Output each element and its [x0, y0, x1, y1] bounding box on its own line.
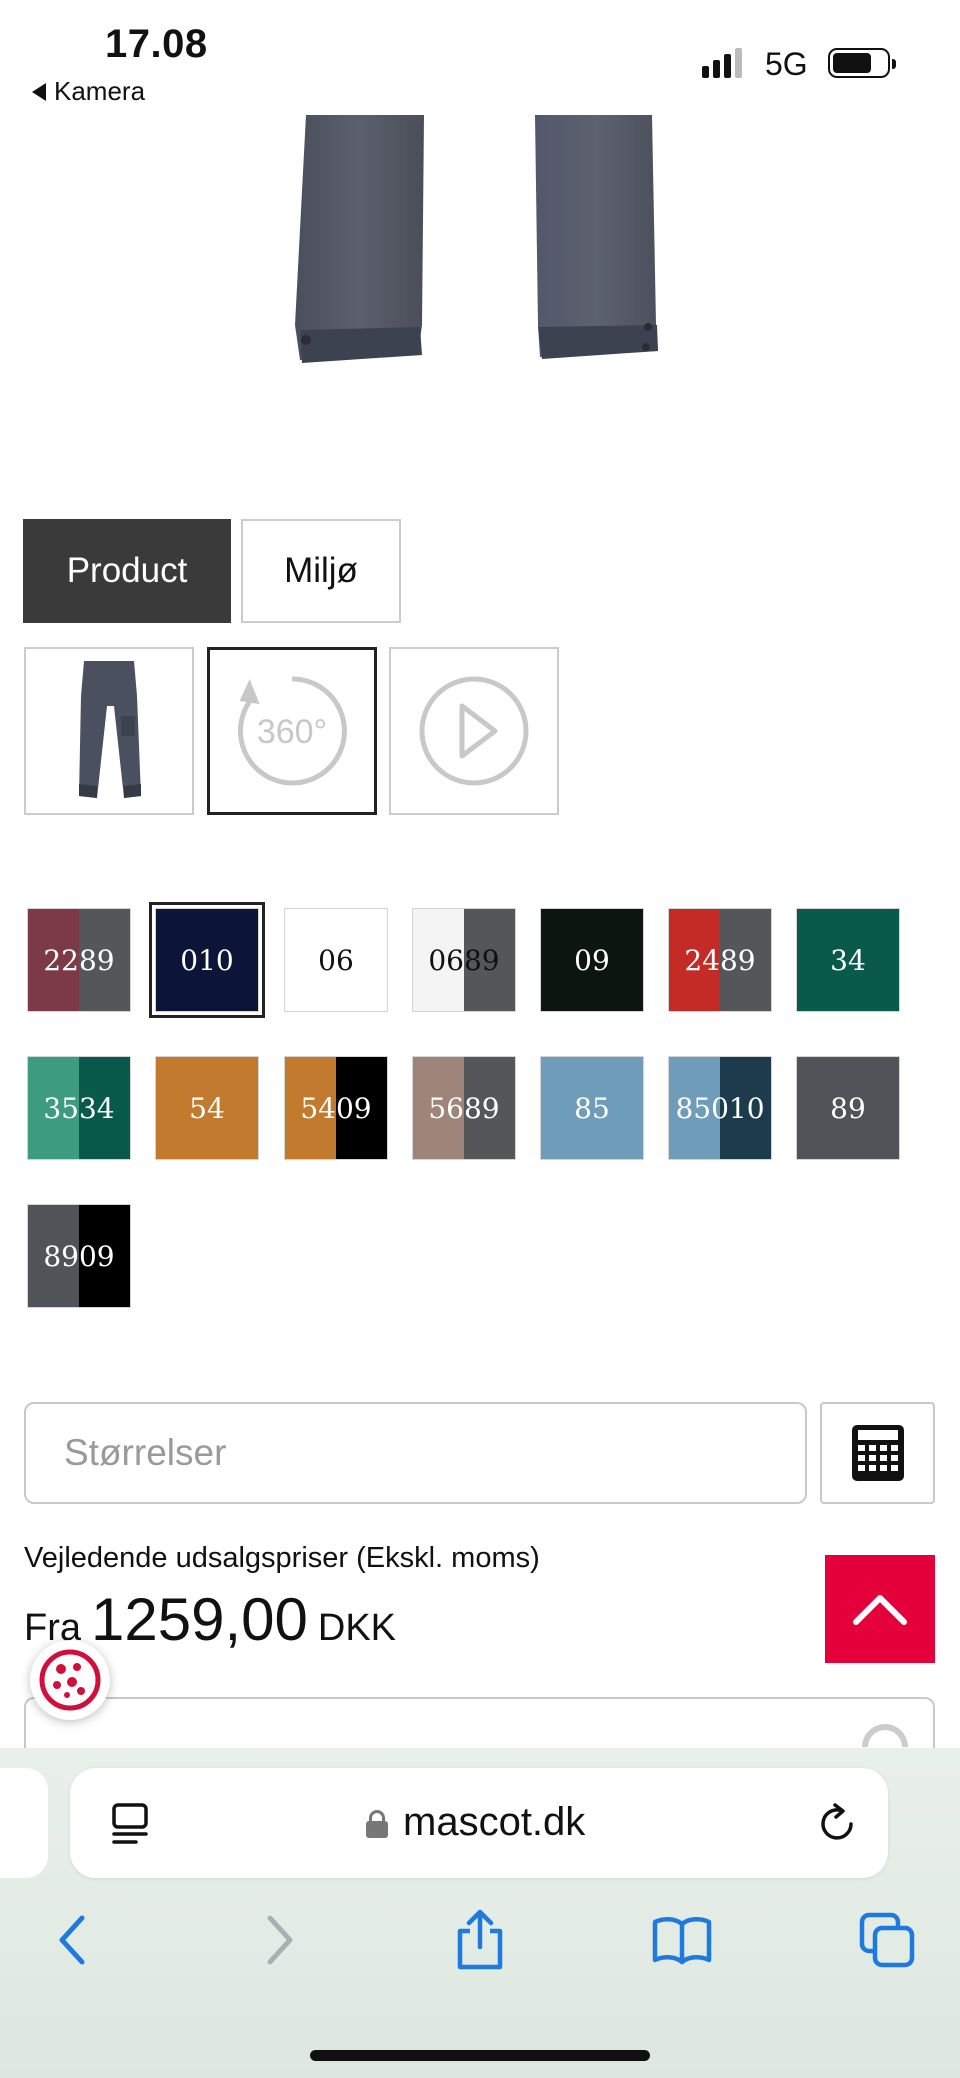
tab-product-label: Product — [66, 551, 188, 590]
bookmarks-icon — [652, 1917, 712, 1965]
color-swatch-85[interactable]: 85 — [540, 1056, 644, 1160]
color-swatch-0689[interactable]: 0689 — [412, 908, 516, 1012]
tabs-icon — [859, 1912, 915, 1968]
color-swatch-code: 0689 — [428, 943, 500, 977]
color-swatch-code: 54 — [189, 1091, 225, 1125]
reader-mode-icon[interactable] — [110, 1802, 150, 1846]
price-value: 1259,00 — [91, 1586, 308, 1653]
browser-toolbar: mascot.dk — [0, 1748, 960, 2078]
price-currency: DKK — [317, 1607, 397, 1649]
color-swatch-34[interactable]: 34 — [796, 908, 900, 1012]
media-thumb-360[interactable]: 360° — [207, 647, 377, 815]
color-swatch-010[interactable]: 010 — [149, 902, 265, 1018]
color-swatch-5689[interactable]: 5689 — [412, 1056, 516, 1160]
price-note: Vejledende udsalgspriser (Ekskl. moms) — [24, 1542, 540, 1574]
back-app-label: Kamera — [54, 76, 146, 106]
color-swatch-06[interactable]: 06 — [284, 908, 388, 1012]
color-swatch-code: 89 — [830, 1091, 866, 1125]
color-swatch-code: 5689 — [428, 1091, 500, 1125]
share-icon — [457, 1909, 503, 1970]
color-swatch-code: 5409 — [300, 1091, 372, 1125]
rotate-360-icon: 360° — [238, 676, 347, 786]
browser-forward-button[interactable] — [248, 1908, 312, 1972]
status-bar: 17.08 Kamera 5G — [0, 0, 960, 115]
url-domain: mascot.dk — [403, 1800, 586, 1844]
product-image[interactable] — [280, 115, 680, 375]
color-swatch-code: 85010 — [675, 1091, 765, 1125]
chevron-up-icon — [853, 1595, 907, 1625]
trousers-thumbnail — [79, 661, 141, 798]
color-swatch-code: 010 — [180, 943, 234, 977]
color-swatch-2289[interactable]: 2289 — [27, 908, 131, 1012]
back-icon — [59, 1915, 85, 1965]
scroll-to-top-button[interactable] — [825, 1555, 935, 1663]
color-swatch-code: 85 — [574, 1091, 610, 1125]
color-swatch-54[interactable]: 54 — [155, 1056, 259, 1160]
color-swatch-code: 09 — [574, 943, 610, 977]
back-triangle-icon — [32, 82, 46, 101]
tabs-button[interactable] — [855, 1908, 919, 1972]
back-to-app-button[interactable]: Kamera — [32, 76, 145, 107]
color-swatch-2489[interactable]: 2489 — [668, 908, 772, 1012]
tab-miljo-label: Miljø — [284, 551, 358, 590]
address-bar[interactable]: mascot.dk — [70, 1768, 888, 1878]
forward-icon — [267, 1915, 293, 1965]
browser-back-button[interactable] — [40, 1908, 104, 1972]
lock-icon — [366, 1810, 388, 1838]
color-swatch-5409[interactable]: 5409 — [284, 1056, 388, 1160]
color-swatch-code: 3534 — [43, 1091, 115, 1125]
calculator-icon — [851, 1425, 904, 1481]
color-swatch-code: 06 — [318, 943, 354, 977]
network-type: 5G — [765, 46, 808, 82]
previous-tab-preview[interactable] — [0, 1768, 48, 1878]
color-swatch-code: 2489 — [684, 943, 756, 977]
status-time: 17.08 — [105, 22, 208, 66]
cookie-icon — [39, 1649, 101, 1711]
bookmarks-button[interactable] — [650, 1908, 714, 1972]
color-swatch-09[interactable]: 09 — [540, 908, 644, 1012]
media-thumb-video[interactable] — [389, 647, 559, 815]
media-thumb-image[interactable] — [24, 647, 194, 815]
color-swatch-85010[interactable]: 85010 — [668, 1056, 772, 1160]
color-swatch-code: 8909 — [43, 1239, 115, 1273]
rotate-360-label: 360° — [257, 713, 327, 751]
size-select[interactable]: Størrelser — [24, 1402, 807, 1504]
cellular-signal-icon — [702, 48, 742, 78]
color-swatch-code: 34 — [830, 943, 866, 977]
tab-miljo[interactable]: Miljø — [241, 519, 401, 623]
color-swatch-89[interactable]: 89 — [796, 1056, 900, 1160]
tab-product[interactable]: Product — [23, 519, 231, 623]
reload-icon[interactable] — [815, 1802, 859, 1846]
color-swatch-code: 2289 — [43, 943, 115, 977]
share-button[interactable] — [448, 1908, 512, 1972]
color-swatch-8909[interactable]: 8909 — [27, 1204, 131, 1308]
color-swatch-3534[interactable]: 3534 — [27, 1056, 131, 1160]
size-calculator-button[interactable] — [820, 1402, 935, 1504]
battery-icon — [828, 48, 896, 78]
home-indicator — [310, 2050, 650, 2061]
play-icon — [419, 676, 529, 786]
cookie-settings-button[interactable] — [30, 1640, 110, 1720]
